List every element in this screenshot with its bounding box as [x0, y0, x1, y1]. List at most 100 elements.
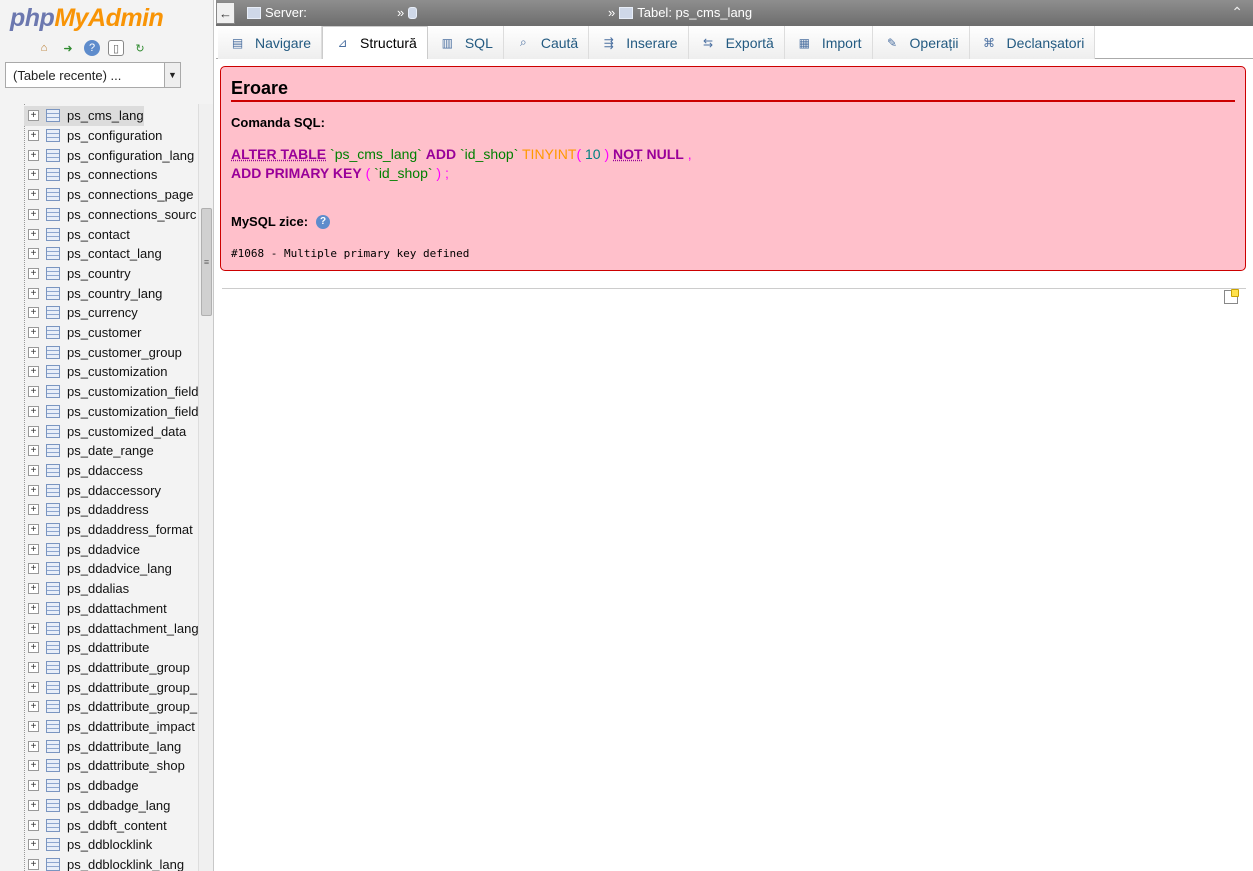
- breadcrumb-database[interactable]: »: [397, 5, 418, 20]
- tree-item[interactable]: + ps_ddbadge_lang: [24, 796, 170, 816]
- tree-item[interactable]: + ps_contact: [24, 224, 130, 244]
- tree-item-label[interactable]: ps_ddalias: [67, 581, 129, 596]
- expand-icon[interactable]: +: [28, 386, 39, 398]
- tree-item-label[interactable]: ps_country: [67, 266, 131, 281]
- tab-exporta[interactable]: ⇆ Exportă: [688, 26, 785, 59]
- expand-icon[interactable]: +: [28, 602, 39, 614]
- tree-item[interactable]: + ps_configuration: [24, 126, 162, 146]
- tree-item-label[interactable]: ps_ddadvice_lang: [67, 561, 172, 576]
- tree-item-label[interactable]: ps_connections_sourc: [67, 207, 196, 222]
- tree-item-label[interactable]: ps_customization_field: [67, 384, 198, 399]
- tree-item-label[interactable]: ps_ddattachment: [67, 601, 167, 616]
- expand-icon[interactable]: +: [28, 504, 39, 516]
- tree-item-label[interactable]: ps_connections_page: [67, 187, 194, 202]
- tree-item[interactable]: + ps_ddadvice_lang: [24, 559, 172, 579]
- tree-item[interactable]: + ps_ddattribute_group_: [24, 697, 197, 717]
- expand-icon[interactable]: +: [28, 760, 39, 772]
- tab-navigare[interactable]: ▤ Navigare: [218, 26, 323, 59]
- tree-item-label[interactable]: ps_customer: [67, 325, 141, 340]
- tree-item-label[interactable]: ps_ddattachment_lang: [67, 621, 198, 636]
- breadcrumb-table[interactable]: » Tabel: ps_cms_lang: [608, 5, 752, 20]
- tree-item[interactable]: + ps_customization_field: [24, 382, 198, 402]
- expand-icon[interactable]: +: [28, 858, 39, 870]
- tree-item-label[interactable]: ps_contact: [67, 227, 130, 242]
- tree-item[interactable]: + ps_customized_data: [24, 421, 186, 441]
- expand-icon[interactable]: +: [28, 110, 39, 122]
- reload-icon[interactable]: ↻: [132, 40, 148, 56]
- tree-item[interactable]: + ps_ddblocklink: [24, 835, 152, 855]
- tree-item-label[interactable]: ps_ddaddress: [67, 502, 149, 517]
- tree-item-label[interactable]: ps_ddbadge: [67, 778, 139, 793]
- tree-item-label[interactable]: ps_country_lang: [67, 286, 162, 301]
- tree-item-label[interactable]: ps_contact_lang: [67, 246, 162, 261]
- tree-item[interactable]: + ps_configuration_lang: [24, 145, 194, 165]
- tree-item[interactable]: + ps_connections_page: [24, 185, 194, 205]
- expand-icon[interactable]: +: [28, 701, 39, 713]
- tree-item-label[interactable]: ps_ddaccess: [67, 463, 143, 478]
- expand-icon[interactable]: +: [28, 583, 39, 595]
- tree-item-label[interactable]: ps_ddattribute_group: [67, 660, 190, 675]
- tree-item-label[interactable]: ps_ddattribute_lang: [67, 739, 181, 754]
- tree-item[interactable]: + ps_ddadvice: [24, 539, 140, 559]
- tree-item-label[interactable]: ps_ddaddress_format: [67, 522, 193, 537]
- sql-keyword-link[interactable]: NOT: [613, 146, 643, 162]
- expand-icon[interactable]: +: [28, 740, 39, 752]
- expand-icon[interactable]: +: [28, 721, 39, 733]
- scroll-thumb[interactable]: ≡: [201, 208, 212, 316]
- expand-icon[interactable]: +: [28, 208, 39, 220]
- tree-item-label[interactable]: ps_ddadvice: [67, 542, 140, 557]
- tree-item[interactable]: + ps_ddattribute_shop: [24, 756, 185, 776]
- expand-icon[interactable]: +: [28, 169, 39, 181]
- tree-item[interactable]: + ps_customization: [24, 362, 167, 382]
- tree-item[interactable]: + ps_ddaccessory: [24, 480, 161, 500]
- recent-tables-select[interactable]: (Tabele recente) ... ▼: [5, 62, 181, 88]
- expand-icon[interactable]: +: [28, 445, 39, 457]
- tab-inserare[interactable]: ⇶ Inserare: [589, 26, 689, 59]
- tab-structura[interactable]: ⊿ Structură: [322, 26, 428, 59]
- tree-item-label[interactable]: ps_configuration: [67, 128, 162, 143]
- expand-icon[interactable]: +: [28, 287, 39, 299]
- breadcrumb-server[interactable]: Server:: [247, 5, 307, 20]
- tree-item-label[interactable]: ps_ddaccessory: [67, 483, 161, 498]
- tree-item-label[interactable]: ps_customer_group: [67, 345, 182, 360]
- expand-icon[interactable]: +: [28, 346, 39, 358]
- tree-item-label[interactable]: ps_ddblocklink: [67, 837, 152, 852]
- expand-icon[interactable]: +: [28, 681, 39, 693]
- tree-item[interactable]: + ps_date_range: [24, 441, 154, 461]
- tree-item-label[interactable]: ps_configuration_lang: [67, 148, 194, 163]
- expand-icon[interactable]: +: [28, 780, 39, 792]
- phpmyadmin-logo[interactable]: phpMyAdmin: [10, 4, 164, 33]
- tab-sql[interactable]: ▥ SQL: [427, 26, 504, 59]
- chevron-down-icon[interactable]: ▼: [164, 63, 180, 87]
- expand-icon[interactable]: +: [28, 622, 39, 634]
- docs-icon[interactable]: ▯: [108, 40, 124, 56]
- expand-icon[interactable]: +: [28, 819, 39, 831]
- expand-icon[interactable]: +: [28, 130, 39, 142]
- tree-item-label[interactable]: ps_ddattribute_group_: [67, 699, 197, 714]
- expand-icon[interactable]: +: [28, 327, 39, 339]
- tree-item[interactable]: + ps_customer: [24, 323, 141, 343]
- expand-icon[interactable]: +: [28, 799, 39, 811]
- tree-item[interactable]: + ps_cms_lang: [24, 106, 144, 126]
- expand-icon[interactable]: +: [28, 189, 39, 201]
- tree-item[interactable]: + ps_country_lang: [24, 283, 162, 303]
- sql-keyword-link[interactable]: ALTER TABLE: [231, 146, 326, 162]
- tree-item[interactable]: + ps_country: [24, 264, 131, 284]
- expand-icon[interactable]: +: [28, 267, 39, 279]
- tree-item-label[interactable]: ps_currency: [67, 305, 138, 320]
- tab-cauta[interactable]: ⌕ Caută: [503, 26, 590, 59]
- expand-icon[interactable]: +: [28, 642, 39, 654]
- tree-item-label[interactable]: ps_date_range: [67, 443, 154, 458]
- expand-icon[interactable]: +: [28, 405, 39, 417]
- expand-icon[interactable]: +: [28, 228, 39, 240]
- tree-item-label[interactable]: ps_ddbadge_lang: [67, 798, 170, 813]
- tab-declansatori[interactable]: ⌘ Declanșatori: [969, 26, 1096, 59]
- expand-icon[interactable]: +: [28, 307, 39, 319]
- tree-item-label[interactable]: ps_connections: [67, 167, 157, 182]
- tree-item[interactable]: + ps_ddaddress_format: [24, 520, 193, 540]
- collapse-icon[interactable]: ⌃: [1231, 4, 1243, 21]
- tree-item[interactable]: + ps_connections: [24, 165, 157, 185]
- tree-item[interactable]: + ps_ddattribute: [24, 638, 149, 658]
- tree-item[interactable]: + ps_currency: [24, 303, 138, 323]
- tree-item-label[interactable]: ps_ddattribute: [67, 640, 149, 655]
